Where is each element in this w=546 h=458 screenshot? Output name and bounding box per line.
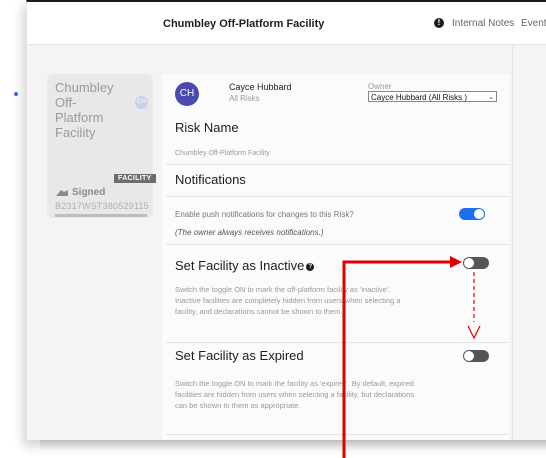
page-title: Chumbley Off-Platform Facility bbox=[163, 18, 325, 30]
inactive-title-text: Set Facility as Inactive bbox=[175, 258, 305, 273]
divider bbox=[165, 342, 509, 343]
expired-title: Set Facility as Expired bbox=[175, 348, 304, 363]
inactive-toggle[interactable] bbox=[463, 257, 489, 269]
facility-tag: FACILITY bbox=[114, 174, 156, 183]
expired-toggle[interactable] bbox=[463, 350, 489, 362]
info-icon[interactable]: ! bbox=[434, 18, 444, 28]
right-column-border bbox=[512, 44, 513, 440]
risk-name-title: Risk Name bbox=[175, 120, 239, 135]
signature-hand-icon bbox=[56, 189, 68, 196]
owner-avatar: CH bbox=[175, 82, 199, 106]
accent-dot bbox=[14, 92, 18, 96]
owner-role: All Risks bbox=[229, 94, 260, 103]
facility-avatar: CH bbox=[135, 96, 148, 109]
help-icon[interactable]: ? bbox=[306, 263, 315, 271]
divider bbox=[165, 244, 509, 245]
toggle-knob bbox=[464, 351, 474, 361]
owner-select[interactable]: Cayce Hubbard (All Risks ) ⌄ bbox=[368, 91, 497, 102]
owner-select-value: Cayce Hubbard (All Risks ) bbox=[371, 93, 468, 102]
divider bbox=[165, 196, 509, 197]
toggle-knob bbox=[464, 258, 474, 268]
card-progress-bar bbox=[55, 214, 147, 217]
notifications-title: Notifications bbox=[175, 172, 246, 187]
internal-notes-link[interactable]: Internal Notes bbox=[452, 18, 514, 29]
toggle-knob bbox=[474, 209, 484, 219]
risk-name-field[interactable]: Chumbley Off-Platform Facility bbox=[175, 150, 270, 157]
events-link[interactable]: Events bbox=[521, 18, 546, 29]
app-window: Chumbley Off-Platform Facility ! Interna… bbox=[26, 0, 546, 440]
top-bar: Chumbley Off-Platform Facility ! Interna… bbox=[27, 2, 546, 45]
signed-status: Signed bbox=[55, 187, 105, 198]
notifications-note: (The owner always receives notifications… bbox=[175, 228, 324, 237]
inactive-description: Switch the toggle ON to mark the off-pla… bbox=[175, 285, 401, 316]
facility-card[interactable]: Chumbley Off-Platform Facility CH FACILI… bbox=[47, 74, 156, 218]
owner-label: Owner bbox=[368, 82, 392, 91]
inactive-title: Set Facility as Inactive? bbox=[175, 258, 315, 273]
facility-code: B2317WST380529115 bbox=[55, 201, 149, 211]
divider bbox=[165, 164, 509, 165]
facility-card-name: Chumbley Off-Platform Facility bbox=[55, 80, 114, 140]
owner-name: Cayce Hubbard bbox=[229, 82, 292, 92]
divider bbox=[165, 434, 509, 435]
notifications-text: Enable push notifications for changes to… bbox=[175, 210, 354, 219]
expired-description: Switch the toggle ON to mark the facilit… bbox=[175, 379, 415, 410]
notifications-toggle[interactable] bbox=[459, 208, 485, 220]
signed-label: Signed bbox=[72, 187, 106, 198]
chevron-down-icon: ⌄ bbox=[488, 94, 494, 101]
